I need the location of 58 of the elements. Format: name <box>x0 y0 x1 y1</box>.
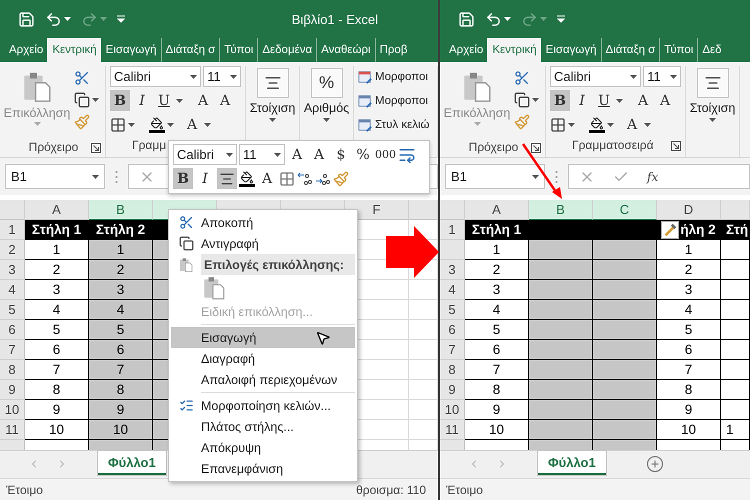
table-cell: Στή <box>721 220 750 240</box>
table-cell: 2 <box>25 260 89 280</box>
status-text: Έτοιμο <box>6 482 43 496</box>
group-label: Πρόχειρο <box>28 140 78 154</box>
table-cell: 10 <box>465 420 529 440</box>
table-cell: 4 <box>465 300 529 320</box>
table-cell: 7 <box>465 360 529 380</box>
table-cell: 5 <box>465 320 529 340</box>
table-cell: Στήλη 1 <box>465 220 529 240</box>
table-cell: 4 <box>657 300 721 320</box>
table-cell: Στήλη 1 <box>25 220 89 240</box>
table-cell: 4 <box>25 300 89 320</box>
table-cell: 2 <box>657 260 721 280</box>
table-cell: 3 <box>657 280 721 300</box>
window-title: Βιβλίο1 - Excel <box>292 12 378 26</box>
table-cell: 7 <box>89 360 153 380</box>
number-label: Αριθμός <box>304 101 350 115</box>
table-cell: Στήλη 2 <box>89 220 153 240</box>
table-cell: 1 <box>465 240 529 260</box>
table-cell: 10 <box>25 420 89 440</box>
table-cell: 3 <box>465 280 529 300</box>
table-cell: 1 <box>89 240 153 260</box>
table-cell: 10 <box>89 420 153 440</box>
table-cell: 7 <box>25 360 89 380</box>
table-cell: 5 <box>89 320 153 340</box>
table-cell: 10 <box>657 420 721 440</box>
table-cell: 9 <box>657 400 721 420</box>
table-cell: 6 <box>465 340 529 360</box>
status-text: Έτοιμο <box>446 482 483 496</box>
table-cell: 5 <box>25 320 89 340</box>
table-cell: ήλη 2 <box>657 220 721 240</box>
table-cell: 6 <box>89 340 153 360</box>
table-cell: 7 <box>657 360 721 380</box>
table-cell: 1 <box>721 420 750 440</box>
alignment-label: Στοίχιση <box>690 101 736 115</box>
menu-heading: Επιλογές επικόλλησης: <box>201 254 355 275</box>
group-label: Γραμματοσειρά <box>572 138 654 152</box>
table-cell: 3 <box>25 280 89 300</box>
table-cell: 9 <box>25 400 89 420</box>
alignment-label: Στοίχιση <box>250 101 296 115</box>
table-cell: 8 <box>25 380 89 400</box>
table-cell: 6 <box>657 340 721 360</box>
group-label: Γραμμ <box>132 138 166 152</box>
table-cell: 5 <box>657 320 721 340</box>
table-cell: 6 <box>25 340 89 360</box>
table-cell: 9 <box>465 400 529 420</box>
table-cell: 8 <box>89 380 153 400</box>
table-cell: 9 <box>89 400 153 420</box>
status-sum: θροισμα: 110 <box>356 482 426 496</box>
group-label: Πρόχειρο <box>468 140 518 154</box>
table-cell: 8 <box>657 380 721 400</box>
table-cell: 3 <box>89 280 153 300</box>
table-cell: 8 <box>465 380 529 400</box>
table-cell: 2 <box>465 260 529 280</box>
table-cell: 1 <box>657 240 721 260</box>
table-cell: 1 <box>25 240 89 260</box>
table-cell: 4 <box>89 300 153 320</box>
table-cell: 2 <box>89 260 153 280</box>
